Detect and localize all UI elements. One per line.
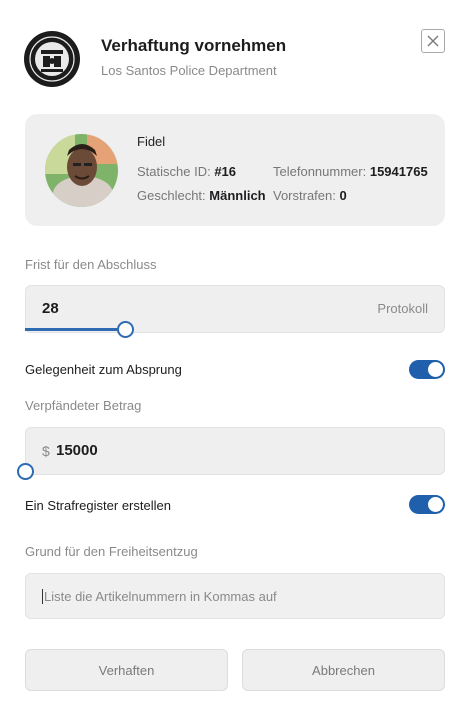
criminal-record-label: Ein Strafregister erstellen <box>25 498 171 513</box>
toggle-knob <box>428 362 443 377</box>
escape-chance-label: Gelegenheit zum Absprung <box>25 362 182 377</box>
deadline-slider-fill <box>25 328 126 331</box>
escape-chance-toggle[interactable] <box>409 360 445 379</box>
close-icon <box>427 35 439 47</box>
record-value: 0 <box>339 188 347 203</box>
dialog-title: Verhaftung vornehmen <box>101 36 287 55</box>
reason-placeholder: Liste die Artikelnummern in Kommas auf <box>42 589 277 604</box>
phone-value: 15941765 <box>369 164 428 179</box>
bail-value: 15000 <box>56 442 98 459</box>
bail-label: Verpfändeter Betrag <box>25 398 142 413</box>
suspect-name: Fidel <box>137 134 166 149</box>
deadline-label: Frist für den Abschluss <box>25 257 157 272</box>
gender: Geschlecht: Männlich <box>137 188 266 203</box>
static-id-value: #16 <box>214 164 237 179</box>
record-label: Vorstrafen: <box>273 188 336 203</box>
phone-number: Telefonnummer: 15941765 <box>273 164 428 179</box>
bail-field[interactable]: $ 15000 <box>25 427 445 475</box>
arrest-button[interactable]: Verhaften <box>25 649 228 691</box>
bail-slider-thumb[interactable] <box>16 463 34 480</box>
reason-label: Grund für den Freiheitsentzug <box>25 544 198 559</box>
deadline-value: 28 <box>42 300 59 317</box>
toggle-knob <box>428 497 443 512</box>
criminal-record-count: Vorstrafen: 0 <box>273 188 347 203</box>
gender-value: Männlich <box>209 188 266 203</box>
deadline-slider-thumb[interactable] <box>117 321 135 338</box>
currency-symbol: $ <box>42 443 50 459</box>
deadline-field[interactable]: 28 Protokoll <box>25 285 445 333</box>
phone-label: Telefonnummer: <box>273 164 367 179</box>
gender-label: Geschlecht: <box>137 188 206 203</box>
close-button[interactable] <box>421 29 445 53</box>
suspect-card: Fidel Statische ID: #16 Telefonnummer: 1… <box>25 114 445 226</box>
deadline-unit: Protokoll <box>377 301 428 316</box>
lspd-seal-icon <box>24 31 80 87</box>
avatar <box>45 134 118 207</box>
static-id: Statische ID: #16 <box>137 164 236 179</box>
cancel-button[interactable]: Abbrechen <box>242 649 445 691</box>
criminal-record-toggle[interactable] <box>409 495 445 514</box>
dialog-subtitle: Los Santos Police Department <box>101 63 277 78</box>
static-id-label: Statische ID: <box>137 164 211 179</box>
reason-input[interactable]: Liste die Artikelnummern in Kommas auf <box>25 573 445 619</box>
